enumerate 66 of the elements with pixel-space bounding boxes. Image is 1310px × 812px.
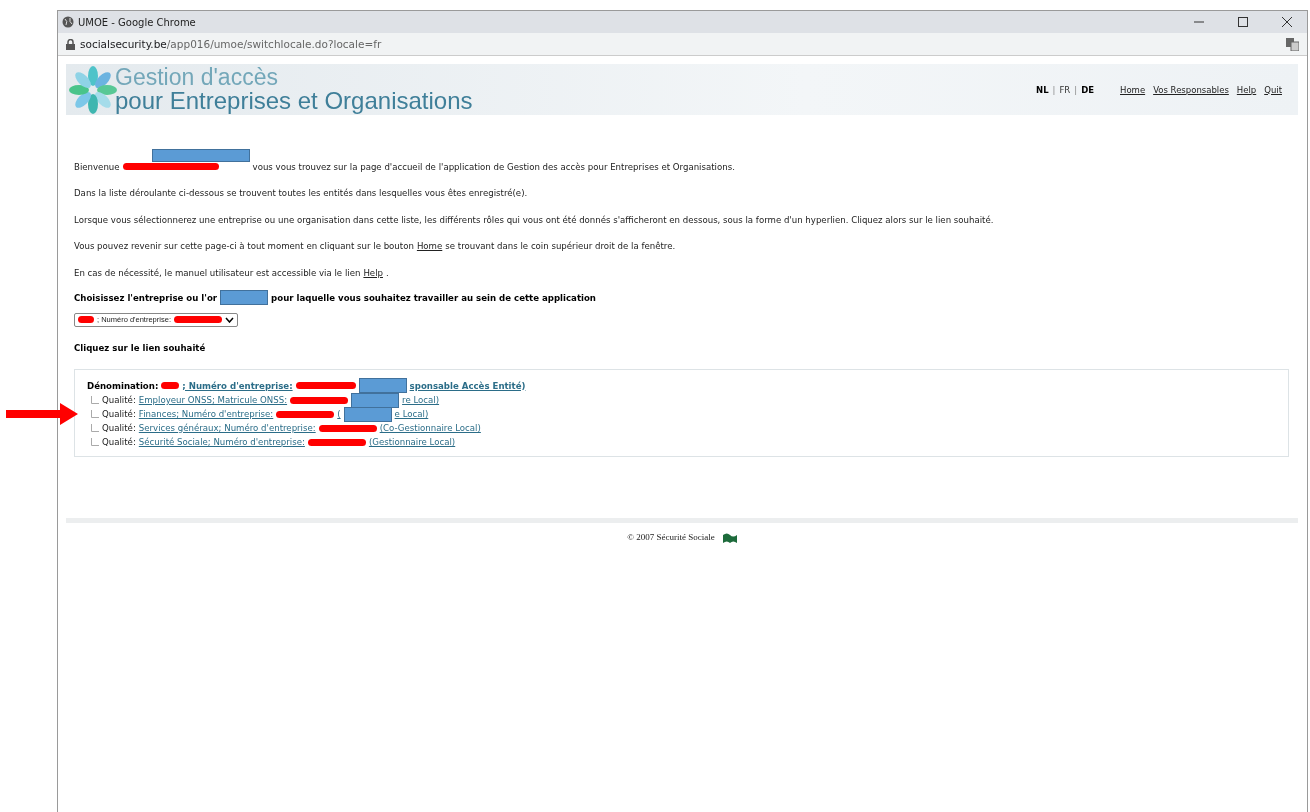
- copyright-text: © 2007 Sécurité Sociale: [627, 532, 715, 542]
- text: Vous pouvez revenir sur cette page-ci à tout moment en cliquant sur le bouton: [74, 241, 414, 251]
- text: Services généraux; Numéro d'entreprise:: [138, 423, 316, 433]
- nav-link[interactable]: Quit: [1264, 84, 1282, 95]
- link[interactable]: Home: [416, 241, 443, 251]
- text: Lorsque vous sélectionnerez une entreprise ou une organisation dans cette liste, les différents rôles qui vous ont été donnés s'afficheront en dessous, sous la forme d'un hyperlien. Cliquez alors sur le lien souhaité.: [74, 214, 994, 225]
- role-label: Qualité:: [102, 395, 136, 405]
- nav-link[interactable]: Vos Responsables: [1153, 84, 1229, 95]
- text: se trouvant dans le coin supérieur droit de la fenêtre.: [445, 241, 676, 251]
- text: sponsable Accès Entité): [409, 380, 526, 391]
- redaction-scribble: [276, 410, 335, 418]
- separator: |: [1074, 84, 1078, 95]
- text: ; Numéro d'entreprise:: [182, 380, 293, 391]
- pointer-arrow: [6, 403, 78, 425]
- text: En cas de nécessité, le manuel utilisateur est accessible via le lien: [74, 267, 361, 278]
- text: e Local): [394, 409, 429, 419]
- logo-icon: [722, 531, 737, 543]
- text: re Local): [402, 395, 440, 405]
- role-link[interactable]: Services généraux; Numéro d'entreprise: (Co-Gestionnaire Local): [138, 423, 481, 433]
- redaction-scribble: [307, 438, 366, 446]
- language-link[interactable]: NL: [1036, 84, 1049, 95]
- role-label: Qualité:: [102, 409, 136, 419]
- text: pour laquelle vous souhaitez travailler au sein de cette application: [271, 292, 596, 303]
- redaction-scribble: [78, 316, 94, 323]
- role-link[interactable]: Sécurité Sociale; Numéro d'entreprise: (Gestionnaire Local): [138, 437, 456, 447]
- nav-link[interactable]: Home: [1120, 84, 1146, 95]
- maximize-icon[interactable]: [1238, 17, 1248, 27]
- translate-icon[interactable]: [1286, 37, 1299, 51]
- denomination-label: Dénomination:: [87, 380, 159, 391]
- text: Sécurité Sociale; Numéro d'entreprise:: [138, 437, 305, 447]
- links-heading: Cliquez sur le lien souhaité: [74, 342, 207, 353]
- redaction-scribble: [295, 382, 356, 389]
- role-label: Qualité:: [102, 437, 136, 447]
- entity-link[interactable]: ; Numéro d'entreprise: sponsable Accès Entité): [161, 378, 526, 393]
- redaction-scribble: [173, 316, 222, 323]
- text: Bienvenue: [74, 161, 120, 172]
- redaction-scribble: [318, 424, 377, 432]
- flower-logo-icon: [69, 65, 117, 114]
- separator: |: [1052, 84, 1056, 95]
- text: (Co-Gestionnaire Local): [379, 423, 481, 433]
- redaction-scribble: [161, 382, 180, 389]
- redaction-scribble: [290, 396, 349, 404]
- language-link[interactable]: DE: [1081, 84, 1094, 95]
- redaction-box: [358, 378, 407, 393]
- text: .: [386, 267, 389, 278]
- text: (: [337, 409, 341, 419]
- globe-icon: [62, 16, 74, 28]
- text: Finances; Numéro d'entreprise:: [138, 409, 274, 419]
- lock-icon: [66, 38, 75, 50]
- role-link[interactable]: Finances; Numéro d'entreprise: ( e Local): [138, 406, 429, 422]
- nav-link[interactable]: Help: [1236, 84, 1257, 95]
- link[interactable]: Help: [363, 267, 383, 278]
- app-title: Gestion d'accès: [115, 66, 279, 89]
- window-title: UMOE - Google Chrome: [78, 16, 196, 28]
- text: vous vous trouvez sur la page d'accueil de l'application de Gestion des accès pour Entreprises et Organisations.: [252, 161, 735, 172]
- language-link[interactable]: FR: [1059, 84, 1071, 95]
- redaction-box: [220, 290, 269, 305]
- text: (Gestionnaire Local): [368, 437, 456, 447]
- close-icon[interactable]: [1282, 17, 1292, 27]
- text: Dans la liste déroulante ci-dessous se trouvent toutes les entités dans lesquelles vous êtes enregistré(e).: [74, 188, 528, 198]
- app-subtitle: pour Entreprises et Organisations: [115, 89, 473, 113]
- text: Choisissez l'entreprise ou l'or: [74, 292, 218, 303]
- role-label: Qualité:: [102, 423, 136, 433]
- chevron-icon: [224, 316, 234, 323]
- text: Employeur ONSS; Matricule ONSS:: [138, 395, 288, 405]
- role-link[interactable]: Employeur ONSS; Matricule ONSS: re Local): [138, 392, 440, 408]
